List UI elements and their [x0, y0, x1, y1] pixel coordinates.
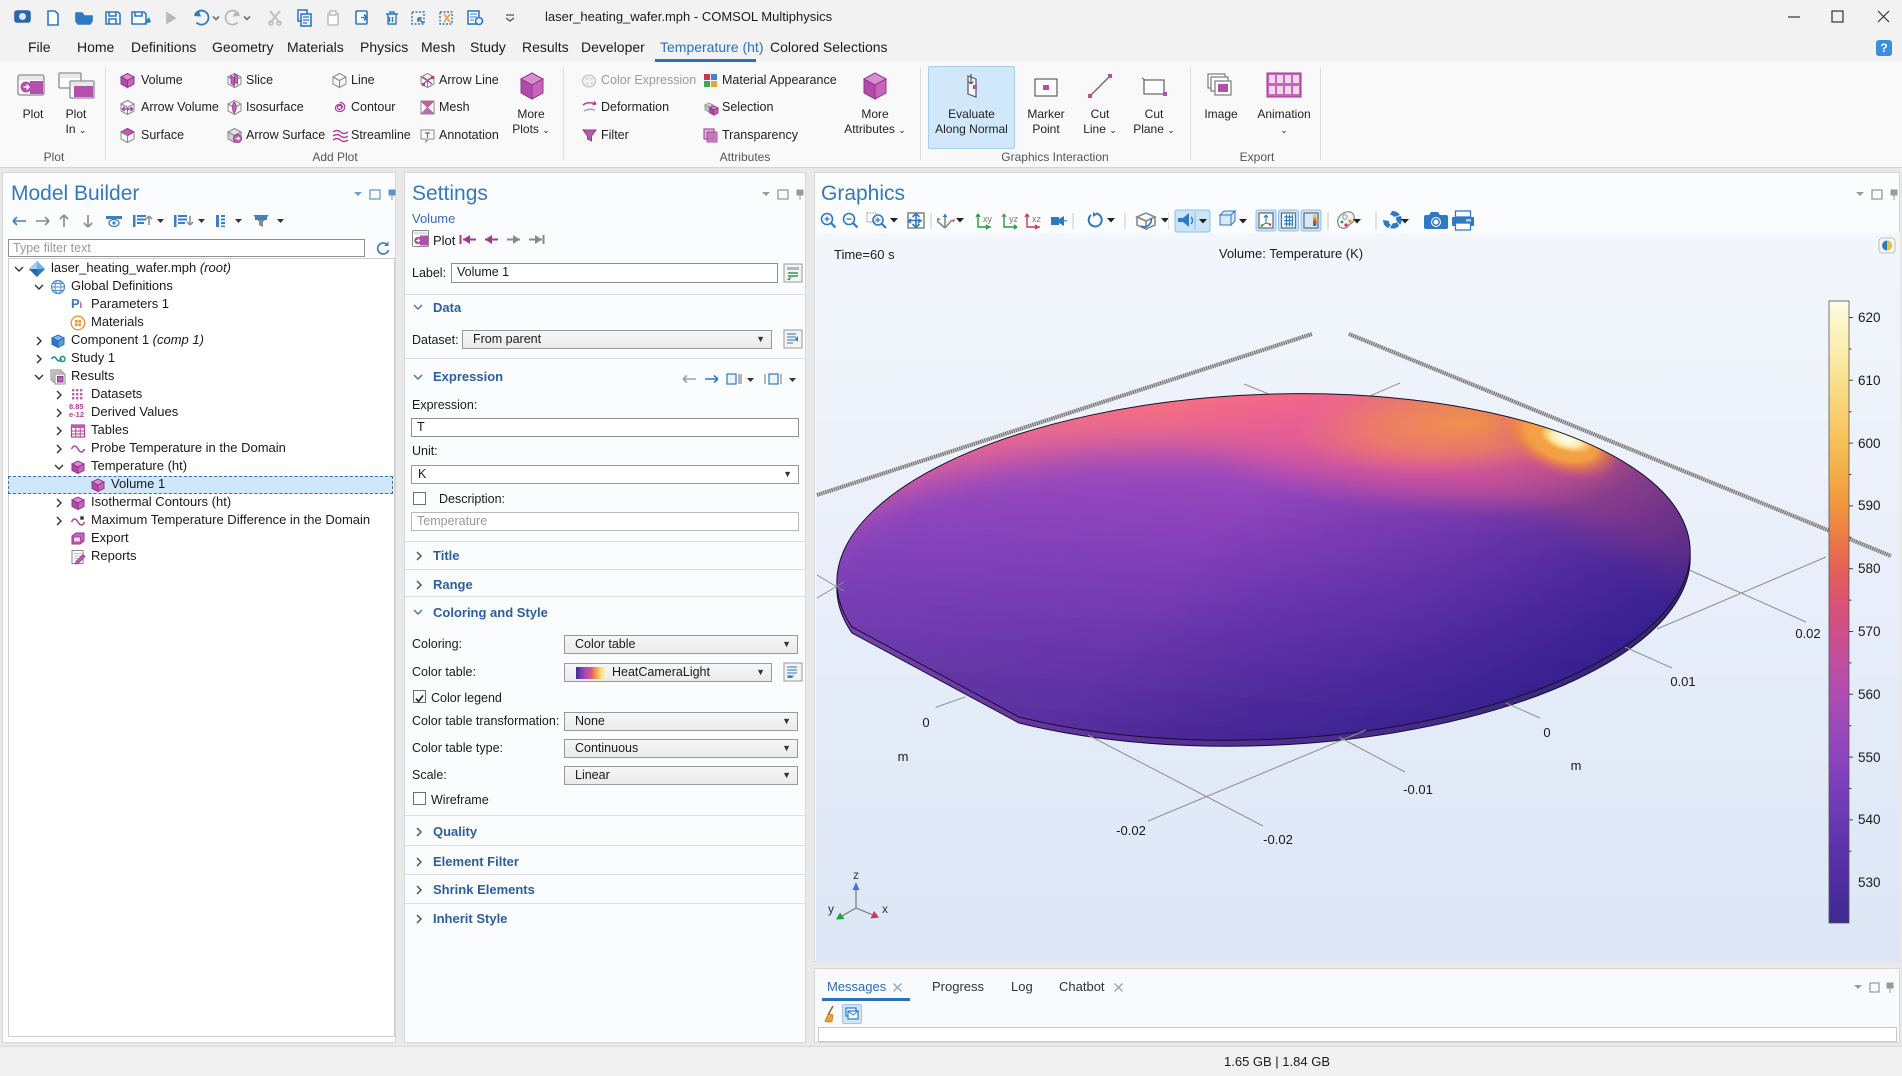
svg-text:m: m: [1571, 758, 1582, 773]
svg-text:y: y: [828, 902, 834, 916]
svg-text:600: 600: [1858, 436, 1881, 451]
svg-text:570: 570: [1858, 624, 1881, 639]
svg-text:540: 540: [1858, 812, 1881, 827]
svg-text:Volume: Temperature (K): Volume: Temperature (K): [1219, 246, 1363, 261]
svg-text:590: 590: [1858, 498, 1881, 513]
svg-text:-0.02: -0.02: [1116, 823, 1146, 838]
svg-text:m: m: [898, 749, 909, 764]
svg-text:620: 620: [1858, 310, 1881, 325]
svg-text:0: 0: [1543, 725, 1550, 740]
svg-text:0: 0: [922, 715, 929, 730]
svg-text:550: 550: [1858, 750, 1881, 765]
svg-text:z: z: [853, 868, 859, 882]
svg-text:580: 580: [1858, 561, 1881, 576]
svg-text:530: 530: [1858, 875, 1881, 890]
svg-text:Time=60 s: Time=60 s: [834, 247, 895, 262]
svg-text:560: 560: [1858, 687, 1881, 702]
svg-text:610: 610: [1858, 373, 1881, 388]
svg-text:0.01: 0.01: [1670, 674, 1695, 689]
svg-text:x: x: [882, 902, 888, 916]
svg-text:-0.01: -0.01: [1403, 782, 1433, 797]
svg-text:0.02: 0.02: [1795, 626, 1820, 641]
svg-text:-0.02: -0.02: [1263, 832, 1293, 847]
